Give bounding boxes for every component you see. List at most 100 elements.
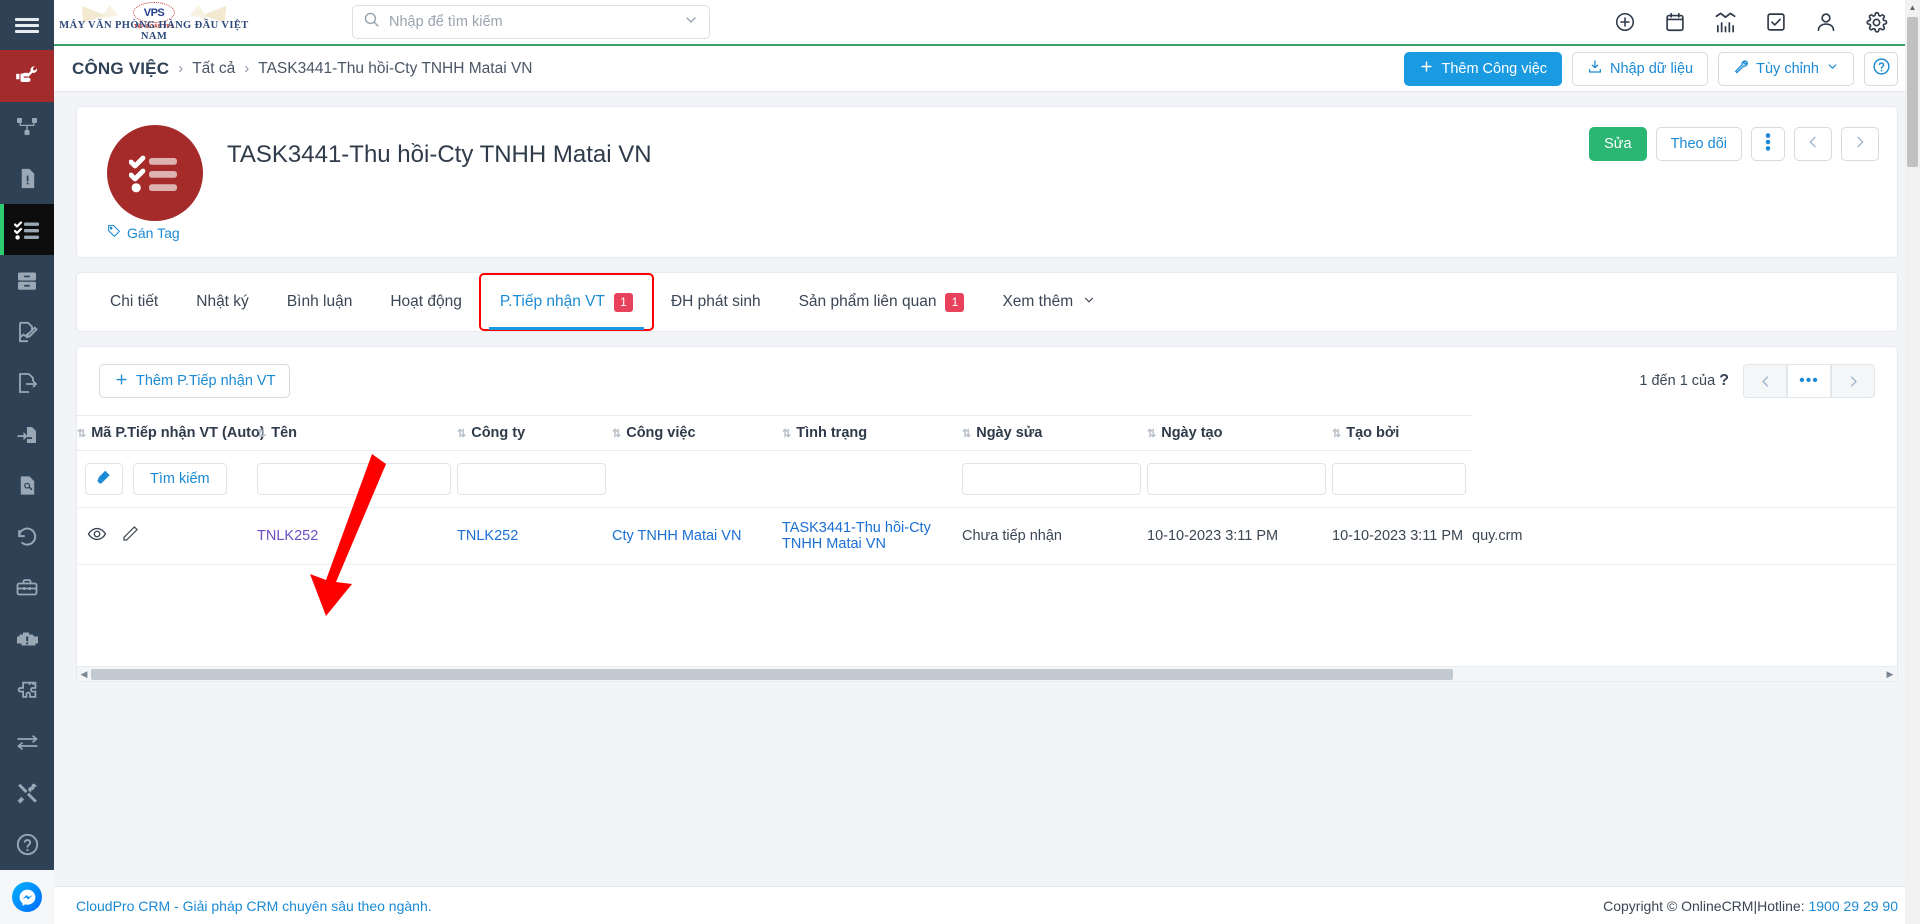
- record-link-cong-viec[interactable]: TASK3441-Thu hồi-Cty TNHH Matai VN: [782, 520, 931, 552]
- col-header-ten[interactable]: ⇅ Tên: [257, 415, 457, 451]
- footer-product-link[interactable]: CloudPro CRM - Giải pháp CRM chuyên sâu …: [76, 898, 432, 914]
- plus-icon: [1419, 59, 1434, 78]
- col-header-ngay-tao[interactable]: ⇅ Ngày tạo: [1147, 415, 1332, 451]
- pagination-next-button[interactable]: [1831, 364, 1875, 398]
- breadcrumb-separator: ›: [178, 60, 184, 77]
- tab-san-pham-lien-quan[interactable]: Sản phẩm liên quan 1: [780, 273, 984, 331]
- row-actions-cell: [77, 507, 257, 565]
- more-actions-button[interactable]: [1751, 127, 1785, 161]
- import-data-button[interactable]: Nhập dữ liệu: [1572, 51, 1709, 86]
- col-header-tao-boi[interactable]: ⇅ Tạo bởi: [1332, 415, 1472, 451]
- sidebar-item-tasks[interactable]: [0, 204, 54, 256]
- assign-tag-button[interactable]: Gán Tag: [107, 224, 180, 241]
- filter-cell-tinh-trang: [962, 450, 1147, 508]
- follow-button[interactable]: Theo dõi: [1655, 127, 1742, 161]
- horizontal-scroll-thumb[interactable]: [91, 668, 1453, 680]
- menu-bar: [15, 17, 39, 21]
- next-record-button[interactable]: [1841, 127, 1879, 161]
- calendar-icon[interactable]: [1664, 11, 1686, 33]
- footer-copyright-text: Copyright © OnlineCRM: [1603, 897, 1754, 914]
- task-check-icon[interactable]: [1765, 11, 1787, 33]
- sidebar-item-sitemap[interactable]: [0, 102, 54, 153]
- tab-hoat-dong[interactable]: Hoạt động: [371, 273, 481, 331]
- horizontal-scrollbar[interactable]: ◀ ▶: [77, 666, 1897, 681]
- edit-button[interactable]: Sửa: [1589, 127, 1647, 161]
- col-header-ngay-sua[interactable]: ⇅ Ngày sửa: [962, 415, 1147, 451]
- page-scroll-thumb[interactable]: [1907, 17, 1918, 167]
- prev-record-button[interactable]: [1794, 127, 1832, 161]
- gear-icon[interactable]: [1865, 11, 1888, 34]
- eye-icon[interactable]: [87, 524, 107, 548]
- tab-dh-phat-sinh[interactable]: ĐH phát sinh: [652, 273, 780, 331]
- assign-tag-label: Gán Tag: [127, 224, 180, 241]
- filter-input-ten[interactable]: [457, 463, 606, 495]
- tab-nhat-ky[interactable]: Nhật ký: [177, 273, 268, 331]
- chevron-down-icon[interactable]: [683, 12, 699, 33]
- scroll-left-arrow-icon[interactable]: ◀: [77, 669, 91, 680]
- breadcrumb-bar: CÔNG VIỆC › Tất cả › TASK3441-Thu hồi-Ct…: [54, 46, 1920, 92]
- search-button[interactable]: Tìm kiếm: [133, 463, 227, 495]
- sidebar-item-file-alert[interactable]: [0, 153, 54, 204]
- col-header-tinh-trang[interactable]: ⇅ Tình trạng: [782, 415, 962, 451]
- help-button[interactable]: [1864, 51, 1898, 86]
- file-alert-icon: [16, 167, 39, 190]
- pencil-icon[interactable]: [121, 525, 139, 547]
- user-icon[interactable]: [1815, 11, 1837, 33]
- sidebar-item-file-import[interactable]: [0, 409, 54, 460]
- horizontal-scroll-track[interactable]: [91, 668, 1883, 680]
- scroll-up-arrow-icon[interactable]: ▲: [1905, 0, 1920, 15]
- sidebar-item-history[interactable]: [0, 511, 54, 562]
- messenger-launcher[interactable]: [0, 870, 54, 924]
- pagination-more-button[interactable]: •••: [1787, 364, 1831, 398]
- puzzle-icon: [15, 679, 39, 703]
- sidebar-item-handshake-wrench[interactable]: [0, 50, 54, 102]
- filter-input-tinh-trang[interactable]: [962, 463, 1141, 495]
- customize-button[interactable]: Tùy chỉnh: [1718, 51, 1854, 86]
- col-header-cong-viec[interactable]: ⇅ Công việc: [612, 415, 782, 451]
- global-search[interactable]: [352, 5, 710, 39]
- sidebar-item-file-search[interactable]: [0, 460, 54, 511]
- cell-ngay-sua: 10-10-2023 3:11 PM: [1147, 507, 1332, 565]
- record-header-top: TASK3441-Thu hồi-Cty TNHH Matai VN Sửa T…: [95, 125, 1879, 221]
- record-actions: Sửa Theo dõi: [1589, 127, 1879, 161]
- scroll-right-arrow-icon[interactable]: ▶: [1883, 669, 1897, 680]
- search-input[interactable]: [389, 14, 674, 30]
- plus-circle-icon[interactable]: [1614, 11, 1636, 33]
- customize-label: Tùy chỉnh: [1756, 60, 1819, 77]
- pagination-prev-button[interactable]: [1743, 364, 1787, 398]
- tab-chi-tiet[interactable]: Chi tiết: [91, 273, 177, 331]
- exchange-icon: [15, 732, 40, 752]
- sidebar-item-puzzle[interactable]: [0, 665, 54, 716]
- col-header-label: Tên: [271, 425, 297, 441]
- menu-icon[interactable]: [0, 0, 54, 51]
- tab-xem-them[interactable]: Xem thêm: [983, 273, 1115, 331]
- col-header-cong-ty[interactable]: ⇅ Công ty: [457, 415, 612, 451]
- record-link-cong-ty[interactable]: Cty TNHH Matai VN: [612, 528, 741, 544]
- clear-filters-button[interactable]: [85, 463, 123, 495]
- filter-cell-cong-ty: [612, 450, 782, 508]
- filter-input-ngay-tao[interactable]: [1332, 463, 1466, 495]
- sidebar-item-help[interactable]: [0, 819, 54, 870]
- add-task-button[interactable]: Thêm Công việc: [1404, 51, 1563, 86]
- sidebar-item-file-export[interactable]: [0, 358, 54, 409]
- tab-binh-luan[interactable]: Bình luận: [268, 273, 372, 331]
- tab-p-tiep-nhan-vt[interactable]: P.Tiếp nhận VT 1: [478, 273, 654, 331]
- pagination-dots: •••: [1799, 372, 1819, 389]
- breadcrumb-all[interactable]: Tất cả: [192, 60, 235, 78]
- col-header-ma[interactable]: ⇅ Mã P.Tiếp nhận VT (Auto): [77, 415, 265, 451]
- sidebar-item-file-edit[interactable]: [0, 306, 54, 357]
- chart-icon[interactable]: [1714, 11, 1737, 34]
- sidebar-item-engine-warning[interactable]: [0, 614, 54, 665]
- sidebar-item-archive[interactable]: [0, 255, 54, 306]
- sidebar-item-toolbox[interactable]: [0, 563, 54, 614]
- page-scrollbar[interactable]: ▲: [1905, 0, 1920, 924]
- breadcrumb-module[interactable]: CÔNG VIỆC: [72, 59, 169, 79]
- filter-input-ngay-sua[interactable]: [1147, 463, 1326, 495]
- record-link-ma[interactable]: TNLK252: [257, 528, 318, 544]
- footer-phone-link[interactable]: 1900 29 29 90: [1808, 898, 1898, 914]
- sidebar-item-tools[interactable]: [0, 768, 54, 819]
- filter-input-ma[interactable]: [257, 463, 451, 495]
- sidebar-item-exchange[interactable]: [0, 716, 54, 767]
- add-related-button[interactable]: Thêm P.Tiếp nhận VT: [99, 364, 291, 398]
- record-link-ten[interactable]: TNLK252: [457, 528, 518, 544]
